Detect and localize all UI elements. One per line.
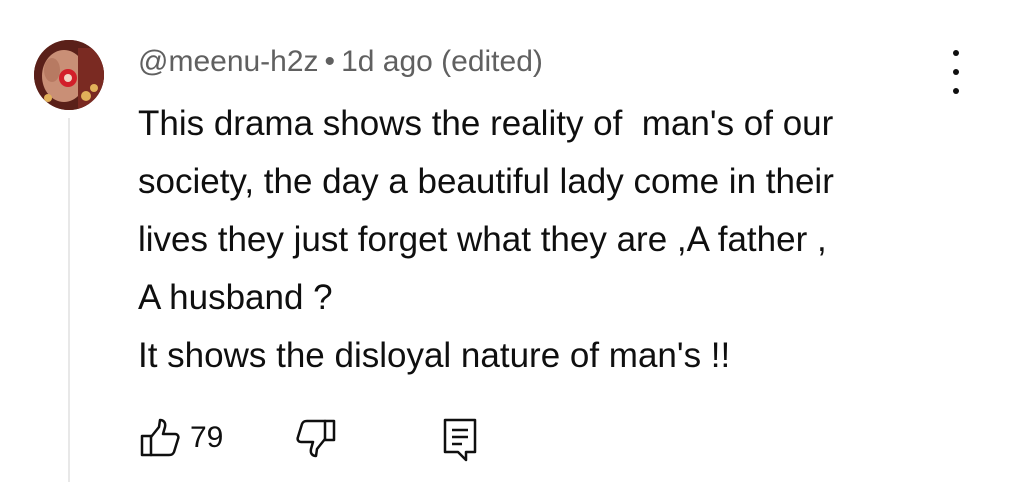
comment-meta: @meenu-h2z • 1d ago (edited) [138, 42, 543, 82]
comment-line: This drama shows the reality of man's of… [138, 104, 834, 143]
more-vertical-icon-dot [953, 69, 959, 75]
meta-separator: • [324, 45, 336, 78]
thumbs-down-icon [296, 419, 336, 458]
more-vertical-icon-dot [953, 88, 959, 94]
more-options-button[interactable] [936, 50, 976, 94]
avatar[interactable] [34, 40, 104, 110]
dislike-button[interactable] [294, 416, 338, 460]
comment-line: A husband ? [138, 278, 333, 317]
reply-comment-icon [443, 418, 477, 462]
comment-text: This drama shows the reality of man's of… [138, 95, 958, 385]
like-button[interactable]: 79 [138, 416, 223, 460]
avatar-image [34, 40, 104, 110]
like-count: 79 [190, 421, 224, 454]
comment-line: lives they just forget what they are ,A … [138, 220, 827, 259]
thread-line [68, 118, 70, 482]
thumbs-up-icon [140, 418, 180, 457]
reply-button[interactable] [438, 416, 482, 464]
comment-timestamp: 1d ago (edited) [341, 45, 543, 78]
more-vertical-icon [953, 50, 959, 56]
comment-line: society, the day a beautiful lady come i… [138, 162, 834, 201]
comment-line: It shows the disloyal nature of man's !! [138, 336, 731, 375]
author-handle[interactable]: @meenu-h2z [138, 45, 319, 78]
